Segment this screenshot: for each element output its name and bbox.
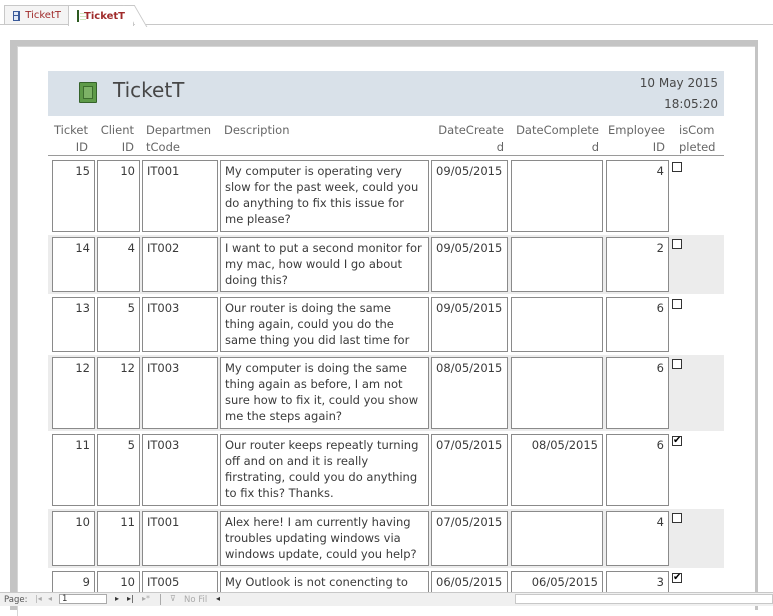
date-completed-cell bbox=[511, 511, 603, 566]
date-completed-cell: 06/05/2015 bbox=[511, 571, 603, 592]
date-completed-cell bbox=[511, 297, 603, 352]
report-logo-icon bbox=[79, 82, 97, 103]
column-header-employee-id: Employee ID bbox=[608, 123, 665, 154]
column-header-department: Departmen tCode bbox=[146, 123, 212, 154]
column-header-date-completed: DateComplete d bbox=[516, 123, 599, 154]
divider bbox=[160, 594, 161, 605]
date-created-cell: 07/05/2015 bbox=[431, 511, 508, 566]
first-page-button[interactable]: |◂ bbox=[35, 594, 42, 603]
employee-id-cell: 2 bbox=[606, 237, 669, 292]
page-label: Page: bbox=[4, 595, 28, 605]
horizontal-scrollbar[interactable] bbox=[515, 594, 773, 604]
report-date: 10 May 2015 bbox=[639, 76, 718, 90]
is-completed-checkbox[interactable] bbox=[672, 359, 682, 369]
table-row: 13 5 IT003 Our router is doing the same … bbox=[48, 295, 724, 354]
client-id-cell: 10 bbox=[97, 160, 140, 232]
prev-page-button[interactable]: ◂ bbox=[48, 594, 52, 603]
ticket-id-cell: 15 bbox=[52, 160, 95, 232]
filter-icon: ⊽ bbox=[170, 594, 176, 603]
table-row: 14 4 IT002 I want to put a second monito… bbox=[48, 235, 724, 294]
report-title: TicketT bbox=[113, 78, 185, 102]
date-completed-cell: 08/05/2015 bbox=[511, 434, 603, 506]
date-completed-cell bbox=[511, 237, 603, 292]
department-cell: IT002 bbox=[142, 237, 218, 292]
table-row: 11 5 IT003 Our router keeps repeatly tur… bbox=[48, 432, 724, 508]
department-cell: IT001 bbox=[142, 511, 218, 566]
tab-label: TicketT bbox=[84, 10, 125, 22]
last-page-button[interactable]: ▸| bbox=[127, 594, 134, 603]
column-header-description: Description bbox=[224, 123, 290, 137]
ticket-id-cell: 10 bbox=[52, 511, 95, 566]
no-filter-label[interactable]: No Fil bbox=[184, 595, 207, 605]
date-created-cell: 08/05/2015 bbox=[431, 357, 508, 429]
column-header-date-created: DateCreate d bbox=[438, 123, 504, 154]
client-id-cell: 10 bbox=[97, 571, 140, 592]
ticket-id-cell: 14 bbox=[52, 237, 95, 292]
department-cell: IT001 bbox=[142, 160, 218, 232]
table-row: 12 12 IT003 My computer is doing the sam… bbox=[48, 355, 724, 431]
employee-id-cell: 6 bbox=[606, 357, 669, 429]
table-row: 10 11 IT001 Alex here! I am currently ha… bbox=[48, 509, 724, 568]
date-created-cell: 06/05/2015 bbox=[431, 571, 508, 592]
date-created-cell: 09/05/2015 bbox=[431, 237, 508, 292]
description-cell: Alex here! I am currently having trouble… bbox=[220, 511, 429, 566]
employee-id-cell: 6 bbox=[606, 434, 669, 506]
is-completed-checkbox[interactable] bbox=[672, 299, 682, 309]
description-cell: My computer is doing the same thing agai… bbox=[220, 357, 429, 429]
description-cell: My computer is operating very slow for t… bbox=[220, 160, 429, 232]
client-id-cell: 11 bbox=[97, 511, 140, 566]
description-cell: Our router is doing the same thing again… bbox=[220, 297, 429, 352]
is-completed-checkbox[interactable] bbox=[672, 162, 682, 172]
client-id-cell: 4 bbox=[97, 237, 140, 292]
tab-tickett-table[interactable]: TicketT bbox=[4, 5, 70, 25]
table-icon bbox=[13, 10, 21, 21]
department-cell: IT005 bbox=[142, 571, 218, 592]
report-time: 18:05:20 bbox=[664, 97, 718, 111]
column-header-client-id: Client ID bbox=[100, 123, 134, 154]
client-id-cell: 12 bbox=[97, 357, 140, 429]
table-row: 15 10 IT001 My computer is operating ver… bbox=[48, 158, 724, 234]
description-cell: My Outlook is not conencting to our bbox=[220, 571, 429, 592]
date-created-cell: 07/05/2015 bbox=[431, 434, 508, 506]
is-completed-checkbox[interactable]: ✔ bbox=[672, 573, 682, 583]
department-cell: IT003 bbox=[142, 434, 218, 506]
scroll-left-button[interactable]: ◂ bbox=[216, 594, 220, 603]
next-page-button[interactable]: ▸ bbox=[115, 594, 119, 603]
client-id-cell: 5 bbox=[97, 434, 140, 506]
is-completed-checkbox[interactable]: ✔ bbox=[672, 436, 682, 446]
ticket-id-cell: 11 bbox=[52, 434, 95, 506]
employee-id-cell: 4 bbox=[606, 511, 669, 566]
page-navigation-bar: Page: |◂ ◂ 1 ▸ ▸| ▸* ⊽ No Fil ◂ bbox=[0, 592, 773, 606]
new-page-button[interactable]: ▸* bbox=[142, 594, 150, 603]
header-divider bbox=[48, 155, 724, 156]
department-cell: IT003 bbox=[142, 357, 218, 429]
is-completed-checkbox[interactable] bbox=[672, 239, 682, 249]
tab-tickett-report[interactable]: TicketT bbox=[68, 5, 134, 26]
date-completed-cell bbox=[511, 357, 603, 429]
is-completed-checkbox[interactable] bbox=[672, 513, 682, 523]
ticket-id-cell: 12 bbox=[52, 357, 95, 429]
tab-label: TicketT bbox=[25, 10, 61, 21]
ticket-id-cell: 13 bbox=[52, 297, 95, 352]
date-completed-cell bbox=[511, 160, 603, 232]
column-header-is-completed: isCom pleted bbox=[679, 123, 716, 154]
description-cell: Our router keeps repeatly turning off an… bbox=[220, 434, 429, 506]
employee-id-cell: 4 bbox=[606, 160, 669, 232]
date-created-cell: 09/05/2015 bbox=[431, 160, 508, 232]
page-number-input[interactable]: 1 bbox=[59, 594, 107, 604]
date-created-cell: 09/05/2015 bbox=[431, 297, 508, 352]
description-cell: I want to put a second monitor for my ma… bbox=[220, 237, 429, 292]
report-icon bbox=[77, 10, 87, 22]
document-tabstrip: TicketT TicketT bbox=[0, 0, 773, 26]
department-cell: IT003 bbox=[142, 297, 218, 352]
ticket-id-cell: 9 bbox=[52, 571, 95, 592]
column-header-ticket-id: Ticket ID bbox=[53, 123, 88, 154]
client-id-cell: 5 bbox=[97, 297, 140, 352]
employee-id-cell: 3 bbox=[606, 571, 669, 592]
employee-id-cell: 6 bbox=[606, 297, 669, 352]
table-row: 9 10 IT005 My Outlook is not conencting … bbox=[48, 569, 724, 592]
